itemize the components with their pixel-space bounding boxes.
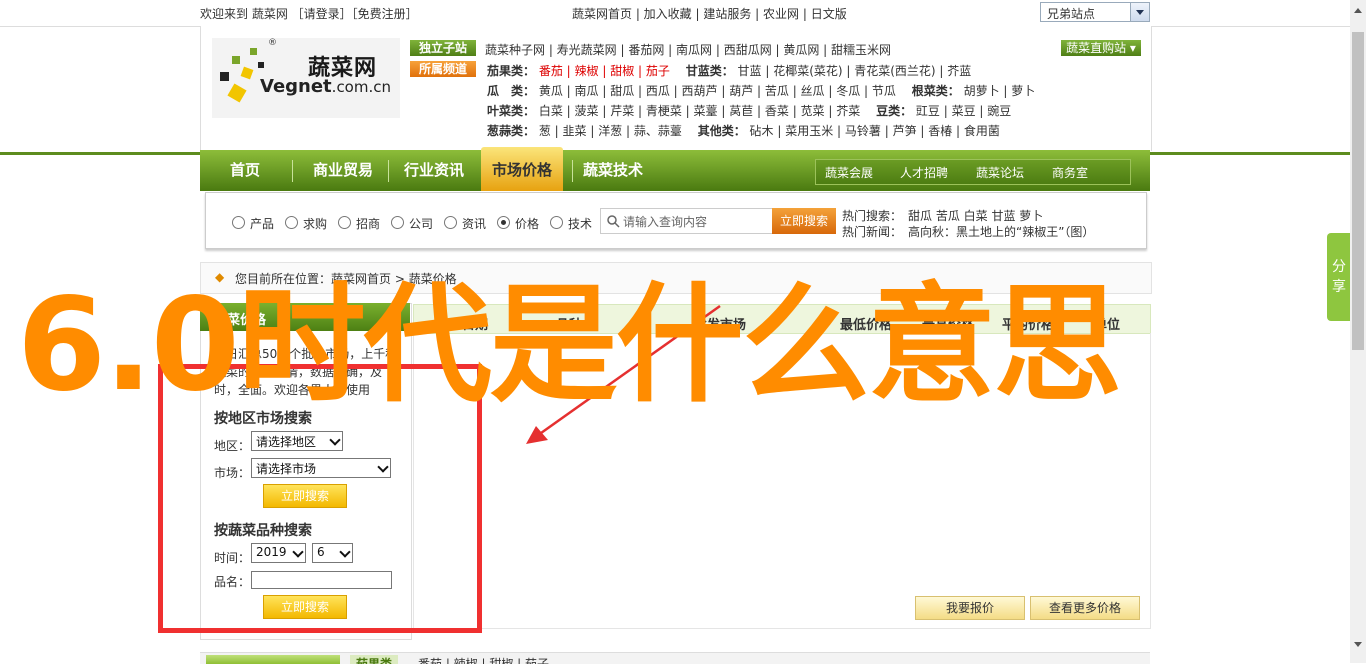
chevron-down-icon[interactable] — [1130, 3, 1149, 21]
subsite-links[interactable]: 蔬菜种子网 | 寿光蔬菜网 | 番茄网 | 南瓜网 | 西甜瓜网 | 黄瓜网 |… — [485, 41, 891, 58]
radio-price[interactable] — [497, 216, 510, 229]
subnav-office[interactable]: 商务室 — [1052, 164, 1088, 181]
logo-square-icon — [240, 66, 254, 80]
logo-en-text: Vegnet.com.cn — [260, 76, 391, 97]
direct-buy-button[interactable]: 蔬菜直购站 ▾ — [1061, 40, 1141, 56]
subnav-jobs[interactable]: 人才招聘 — [900, 164, 948, 181]
direct-buy-label: 蔬菜直购站 — [1066, 41, 1127, 55]
sister-sites-select[interactable]: 兄弟站点 — [1040, 2, 1150, 22]
category-items[interactable]: 豇豆 | 菜豆 | 豌豆 — [916, 104, 1011, 118]
category-label: 其他类： — [697, 124, 746, 138]
radio-label: 产品 — [250, 217, 275, 231]
registered-mark: ® — [268, 38, 277, 48]
radio-news[interactable] — [444, 216, 457, 229]
top-bar: 欢迎来到 蔬菜网 ［请登录］［免费注册］ 蔬菜网首页 | 加入收藏 | 建站服务… — [0, 0, 1350, 27]
channel-tag: 所属频道 — [410, 61, 476, 77]
logo-square-icon — [220, 72, 229, 81]
bottom-category-strip: 茄果类 番茄 | 辣椒 | 甜椒 | 茄子 — [200, 652, 1150, 664]
logo-square-icon — [232, 56, 240, 64]
overlay-title: 6.0时代是什么意思 — [17, 271, 1122, 420]
category-items[interactable]: 砧木 | 菜用玉米 | 马铃薯 | 芦笋 | 香椿 | 食用菌 — [750, 124, 1000, 138]
nav-divider — [292, 160, 293, 182]
scroll-down-icon[interactable] — [1354, 642, 1362, 647]
nav-market-price[interactable]: 市场价格 — [481, 147, 563, 191]
radio-label: 公司 — [409, 217, 434, 231]
category-items[interactable]: 黄瓜 | 南瓜 | 甜瓜 | 西瓜 | 西葫芦 | 葫芦 | 苦瓜 | 丝瓜 |… — [539, 84, 896, 98]
category-label: 叶菜类： — [487, 104, 536, 118]
nav-news[interactable]: 行业资讯 — [388, 150, 480, 191]
category-label: 茄果类： — [487, 64, 536, 78]
search-button[interactable]: 立即搜索 — [772, 208, 836, 234]
search-input[interactable]: 请输入查询内容 — [600, 208, 774, 234]
logo-en-main: Vegnet — [260, 76, 332, 97]
radio-purchase[interactable] — [285, 216, 298, 229]
hot-search[interactable]: 热门搜索： 甜瓜 苦瓜 白菜 甘蓝 萝卜 — [842, 207, 1043, 224]
category-items[interactable]: 胡萝卜 | 萝卜 — [964, 84, 1036, 98]
nav-home[interactable]: 首页 — [200, 150, 290, 191]
nav-trade[interactable]: 商业贸易 — [296, 150, 390, 191]
top-links[interactable]: 蔬菜网首页 | 加入收藏 | 建站服务 | 农业网 | 日文版 — [572, 5, 847, 22]
site-logo[interactable]: 蔬菜网 ® Vegnet.com.cn — [212, 38, 400, 118]
radio-label: 价格 — [515, 217, 540, 231]
quote-button[interactable]: 我要报价 — [915, 596, 1025, 620]
radio-label: 技术 — [568, 217, 593, 231]
logo-square-icon — [258, 62, 264, 68]
subnav-forum[interactable]: 蔬菜论坛 — [976, 164, 1024, 181]
radio-investment[interactable] — [338, 216, 351, 229]
radio-company[interactable] — [391, 216, 404, 229]
category-label: 瓜 类： — [487, 84, 536, 98]
share-label: 分享 — [1332, 259, 1346, 295]
category-row-3: 叶菜类： 白菜 | 菠菜 | 芹菜 | 青梗菜 | 菜薹 | 莴苣 | 香菜 |… — [487, 102, 1011, 119]
category-row-2: 瓜 类： 黄瓜 | 南瓜 | 甜瓜 | 西瓜 | 西葫芦 | 葫芦 | 苦瓜 |… — [487, 82, 1035, 99]
category-label: 豆类： — [876, 104, 913, 118]
share-tab[interactable]: 分享 — [1327, 233, 1351, 321]
radio-tech[interactable] — [550, 216, 563, 229]
sister-sites-value: 兄弟站点 — [1047, 7, 1096, 21]
search-placeholder: 请输入查询内容 — [623, 215, 708, 229]
category-row-1: 茄果类： 番茄 | 辣椒 | 甜椒 | 茄子 甘蓝类： 甘蓝 | 花椰菜(菜花)… — [487, 62, 971, 79]
category-items[interactable]: 葱 | 韭菜 | 洋葱 | 蒜、蒜薹 — [539, 124, 682, 138]
category-label: 甘蓝类： — [685, 64, 734, 78]
logo-en-suffix: .com.cn — [331, 78, 391, 96]
logo-square-icon — [250, 48, 257, 55]
category-items[interactable]: 甘蓝 | 花椰菜(菜花) | 青花菜(西兰花) | 芥蓝 — [738, 64, 972, 78]
category-label: 葱蒜类： — [487, 124, 536, 138]
radio-label: 求购 — [303, 217, 328, 231]
radio-label: 招商 — [356, 217, 381, 231]
radio-product[interactable] — [232, 216, 245, 229]
radio-label: 资讯 — [462, 217, 487, 231]
category-row-4: 葱蒜类： 葱 | 韭菜 | 洋葱 | 蒜、蒜薹 其他类： 砧木 | 菜用玉米 |… — [487, 122, 1000, 139]
scroll-up-icon[interactable] — [1354, 8, 1362, 13]
category-label: 根菜类： — [911, 84, 960, 98]
scrollbar-thumb[interactable] — [1352, 32, 1364, 350]
logo-square-icon — [227, 83, 247, 103]
hot-news[interactable]: 热门新闻： 高向秋：黑土地上的“辣椒王”（图） — [842, 223, 1094, 240]
nav-tech[interactable]: 蔬菜技术 — [568, 150, 658, 191]
search-icon — [607, 215, 620, 228]
welcome-text[interactable]: 欢迎来到 蔬菜网 ［请登录］［免费注册］ — [200, 5, 418, 22]
category-items[interactable]: 白菜 | 菠菜 | 芹菜 | 青梗菜 | 菜薹 | 莴苣 | 香菜 | 苋菜 |… — [539, 104, 860, 118]
sub-nav: 蔬菜会展 人才招聘 蔬菜论坛 商务室 — [815, 159, 1131, 185]
subnav-expo[interactable]: 蔬菜会展 — [825, 164, 873, 181]
category-items[interactable]: 番茄 | 辣椒 | 甜椒 | 茄子 — [539, 64, 670, 78]
independent-sites-tag: 独立子站 — [410, 40, 476, 56]
more-prices-button[interactable]: 查看更多价格 — [1030, 596, 1140, 620]
